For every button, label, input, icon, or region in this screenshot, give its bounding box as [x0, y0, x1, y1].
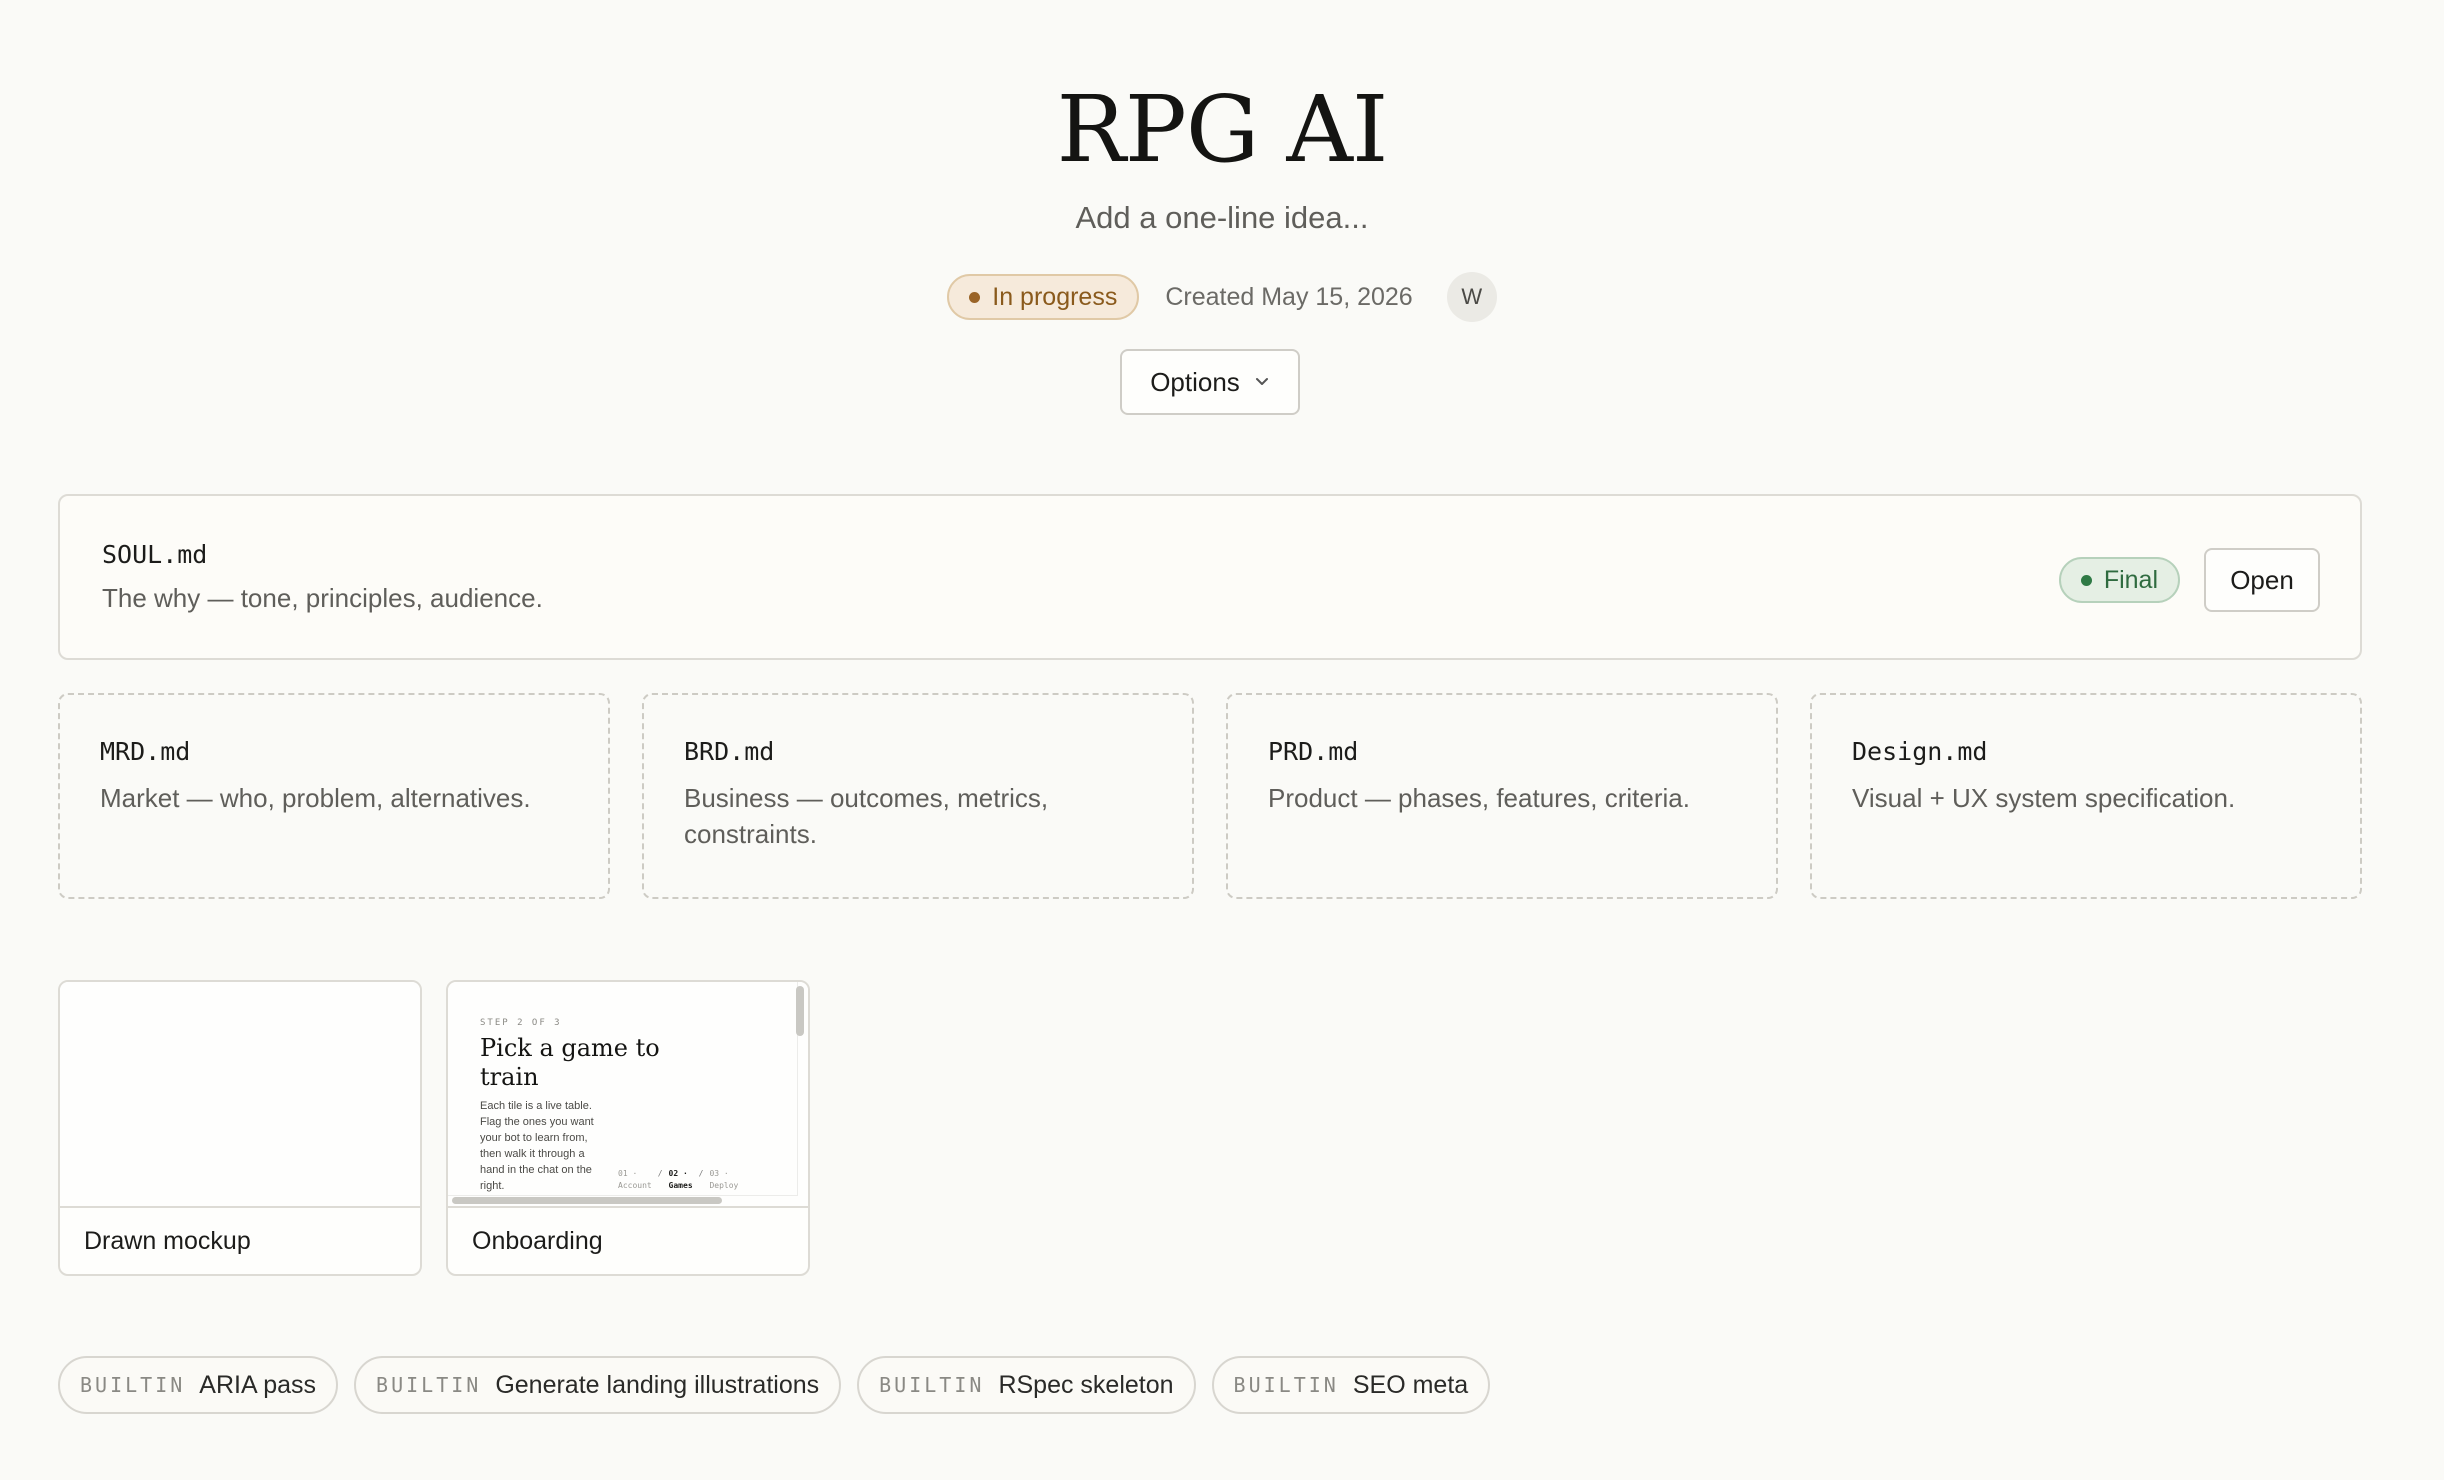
chevron-down-icon [1255, 378, 1268, 385]
skill-chip-aria-pass[interactable]: BUILTIN ARIA pass [58, 1356, 339, 1414]
avatar[interactable]: W [1446, 272, 1497, 322]
skill-chip-landing-illustrations[interactable]: BUILTIN Generate landing illustrations [354, 1356, 842, 1414]
preview-step-item: 01 · Account [618, 1168, 652, 1192]
preview-step-num: 01 · [618, 1169, 638, 1178]
doc-filename: PRD.md [1268, 737, 1359, 766]
mockup-card-drawn[interactable]: Drawn mockup [58, 980, 422, 1276]
preview-title: Pick a game to train [480, 1034, 660, 1091]
mockup-caption: Onboarding [472, 1227, 603, 1255]
final-status-label: Final [2103, 565, 2158, 594]
skill-chip-seo-meta[interactable]: BUILTIN SEO meta [1211, 1356, 1491, 1414]
doc-description: Market — who, problem, alternatives. [100, 783, 531, 813]
preview-step-num: 03 · [709, 1169, 729, 1178]
soul-doc-card: SOUL.md The why — tone, principles, audi… [58, 494, 2362, 660]
preview-step-item: 02 · Games [669, 1168, 693, 1192]
doc-card-design[interactable]: Design.md Visual + UX system specificati… [1810, 693, 2362, 899]
chip-kind: BUILTIN [80, 1373, 186, 1397]
skill-chip-rspec-skeleton[interactable]: BUILTIN RSpec skeleton [857, 1356, 1196, 1414]
idea-placeholder[interactable]: Add a one-line idea... [0, 200, 2444, 236]
preview-step-separator: / [657, 1169, 663, 1178]
status-dot-icon [969, 291, 981, 303]
doc-card-prd[interactable]: PRD.md Product — phases, features, crite… [1226, 693, 1778, 899]
options-button[interactable]: Options [1120, 349, 1300, 415]
preview-step-label: Games [668, 1181, 693, 1190]
status-badge[interactable]: In progress [947, 274, 1140, 320]
preview-scrollbar-vertical[interactable] [796, 986, 804, 1036]
preview-stepper: 01 · Account / 02 · Games / 03 · Deploy [618, 1168, 738, 1192]
skill-chips: BUILTIN ARIA pass BUILTIN Generate landi… [58, 1356, 1491, 1414]
chip-label: SEO meta [1352, 1370, 1469, 1399]
mockup-card-onboarding[interactable]: STEP 2 OF 3 Pick a game to train Each ti… [446, 980, 810, 1276]
preview-step-separator: / [698, 1169, 704, 1178]
mockup-thumbnail: STEP 2 OF 3 Pick a game to train Each ti… [448, 982, 808, 1208]
doc-filename: MRD.md [100, 737, 191, 766]
doc-description: Product — phases, features, criteria. [1268, 783, 1690, 813]
chip-kind: BUILTIN [376, 1373, 482, 1397]
doc-description: Business — outcomes, metrics, constraint… [684, 783, 1049, 849]
preview-step-item: 03 · Deploy [709, 1168, 738, 1192]
chip-label: Generate landing illustrations [495, 1370, 820, 1399]
doc-card-brd[interactable]: BRD.md Business — outcomes, metrics, con… [642, 693, 1194, 899]
doc-description: Visual + UX system specification. [1852, 783, 2236, 813]
status-label: In progress [992, 282, 1118, 311]
mockup-thumbnail [60, 982, 420, 1208]
doc-filename: BRD.md [684, 737, 775, 766]
options-label: Options [1150, 366, 1240, 397]
doc-filename: Design.md [1852, 737, 1988, 766]
chip-label: RSpec skeleton [998, 1370, 1174, 1399]
doc-card-mrd[interactable]: MRD.md Market — who, problem, alternativ… [58, 693, 610, 899]
doc-description: The why — tone, principles, audience. [102, 583, 543, 613]
chip-label: ARIA pass [199, 1370, 317, 1399]
open-button[interactable]: Open [2204, 548, 2320, 612]
final-status-badge: Final [2058, 557, 2180, 603]
preview-step-num: 02 · [668, 1169, 688, 1178]
chip-kind: BUILTIN [1233, 1373, 1339, 1397]
preview-step: STEP 2 OF 3 [480, 1018, 562, 1028]
preview-scrollbar-horizontal[interactable] [452, 1197, 722, 1204]
status-dot-icon [2080, 574, 2092, 586]
chip-kind: BUILTIN [879, 1373, 985, 1397]
preview-step-label: Account [618, 1181, 652, 1190]
project-title[interactable]: RPG AI [0, 72, 2444, 188]
doc-grid: MRD.md Market — who, problem, alternativ… [58, 693, 2362, 899]
mockup-caption: Drawn mockup [84, 1227, 251, 1255]
doc-filename: SOUL.md [102, 540, 208, 569]
preview-body: Each tile is a live table. Flag the ones… [480, 1100, 594, 1192]
created-date: Created May 15, 2026 [1165, 282, 1413, 311]
preview-step-label: Deploy [709, 1181, 739, 1190]
project-meta: In progress Created May 15, 2026 W [0, 272, 2444, 322]
